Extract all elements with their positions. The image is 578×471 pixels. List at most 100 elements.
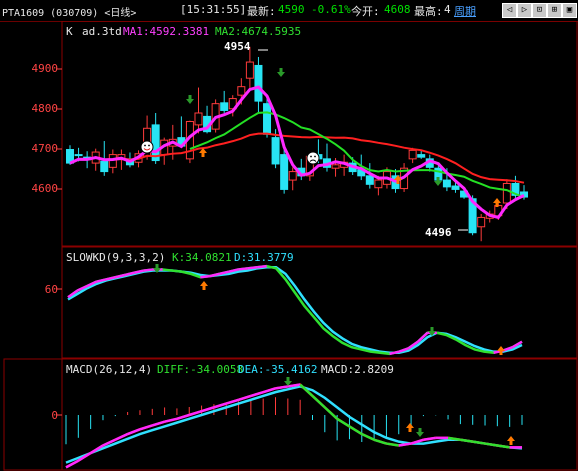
sad-smiley-icon — [306, 151, 320, 165]
zoom-out-icon[interactable]: ⊡ — [532, 3, 547, 18]
sad-smiley-icon-eye — [314, 155, 316, 158]
sell-arrow-icon — [284, 377, 292, 386]
kd-name: SLOWKD(9,3,3,2) — [66, 251, 166, 264]
status-bar: PTA1609 (030709) <日线> [15:31:55] 最新: 459… — [0, 0, 578, 22]
macd-rising-segment — [398, 442, 412, 447]
ma2-label: MA2:4674.5935 — [215, 25, 302, 38]
kd-k-line — [67, 264, 523, 356]
next-icon[interactable]: ▷ — [517, 3, 532, 18]
open-value: 4608 — [384, 3, 411, 16]
high-marker: 4954 — [224, 40, 251, 53]
macd-falling-segment — [497, 444, 510, 449]
panel-frames — [3, 21, 578, 471]
candlestick-series — [66, 46, 528, 242]
kd-k-label: K:34.0821 — [172, 251, 232, 264]
kd-d-label: D:31.3779 — [234, 251, 294, 264]
macd-falling-segment — [386, 442, 399, 447]
high-label: 最高: — [414, 5, 443, 18]
macd-rising-segment — [139, 424, 153, 431]
macd-name: MACD(26,12,4) — [66, 363, 153, 376]
macd-falling-segment — [460, 438, 473, 443]
adjust-label: ad.3td — [82, 25, 122, 38]
kd-rising-segment — [238, 267, 248, 271]
candle-up — [502, 182, 511, 204]
kd-rising-segment — [200, 274, 211, 279]
macd-lines — [65, 383, 523, 469]
kd-rising-segment — [257, 264, 267, 269]
macd-value-label: MACD:2.8209 — [321, 363, 394, 376]
sell-arrow-icon — [277, 68, 285, 77]
macd-falling-segment — [336, 417, 351, 428]
candle-down — [263, 103, 272, 135]
ma2-line — [189, 111, 525, 199]
zoom-in-icon[interactable]: ⊞ — [547, 3, 562, 18]
macd-rising-segment — [127, 428, 141, 436]
kd-y-tick-60: 60 — [44, 283, 58, 296]
y-tick-4600: 4600 — [31, 182, 59, 195]
latest-value: 4590 — [278, 3, 305, 16]
prev-icon[interactable]: ◁ — [502, 3, 517, 18]
y-tick-4900: 4900 — [31, 62, 59, 75]
candle-down — [451, 185, 460, 190]
candle-up — [237, 86, 246, 96]
candle-up — [331, 164, 340, 169]
candle-down — [254, 64, 263, 102]
macd-rising-segment — [275, 385, 289, 390]
happy-smiley-icon-eye — [148, 144, 150, 147]
macd-diff-label: DIFF:-34.0058 — [157, 363, 244, 376]
candle-down — [271, 137, 280, 165]
buy-arrow-icon — [507, 436, 515, 445]
latest-label: 最新: — [247, 5, 276, 18]
happy-smiley-icon-eye — [144, 144, 146, 147]
macd-falling-segment — [373, 438, 387, 445]
candle-up — [245, 61, 254, 79]
high-value: 4 — [444, 3, 451, 16]
happy-smiley-icon — [140, 140, 154, 154]
buy-arrow-icon — [406, 423, 414, 432]
low-marker: 4496 — [425, 226, 452, 239]
time-label: [15:31:55] — [180, 3, 247, 16]
candle-down — [365, 175, 374, 185]
candle-down — [442, 179, 451, 188]
kd-d-line — [67, 265, 523, 355]
macd-rising-segment — [164, 417, 178, 423]
y-tick-4700: 4700 — [31, 142, 59, 155]
candle-up — [477, 216, 486, 228]
macd-y-tick-0: 0 — [51, 409, 58, 422]
macd-rising-segment — [151, 420, 165, 427]
macd-falling-segment — [323, 406, 338, 420]
cycle-link[interactable]: 周期 — [454, 3, 476, 19]
ma1-label: MA1:4592.3381 — [123, 25, 210, 38]
candle-up — [374, 179, 383, 189]
candle-down — [74, 154, 83, 157]
buy-arrow-icon — [200, 281, 208, 290]
change-percent: -0.61% — [311, 3, 351, 16]
y-tick-4800: 4800 — [31, 102, 59, 115]
candle-down — [417, 154, 426, 158]
sell-arrow-icon — [416, 428, 424, 437]
moving-average-lines — [69, 49, 525, 231]
kd-rising-segment — [247, 265, 258, 270]
sell-arrow-icon — [186, 95, 194, 104]
sad-smiley-icon-eye — [310, 155, 312, 158]
macd-dea-label: DEA:-35.4162 — [238, 363, 318, 376]
macd-falling-segment — [361, 432, 375, 441]
kd-lines — [67, 264, 523, 356]
macd-rising-segment — [423, 436, 436, 441]
symbol-label: PTA1609 (030709) <日线> — [2, 8, 137, 19]
candle-down — [280, 154, 289, 190]
macd-falling-segment — [472, 440, 486, 445]
macd-diff-line — [65, 383, 522, 469]
buy-arrow-icon — [497, 346, 505, 355]
chart-area[interactable] — [0, 21, 578, 471]
macd-falling-segment — [348, 425, 363, 436]
macd-dea-line — [65, 385, 523, 464]
main-indicator-name: K — [66, 25, 73, 38]
candle-up — [288, 171, 297, 181]
candle-down — [220, 102, 229, 111]
candle-down — [100, 160, 109, 173]
candle-up — [408, 149, 417, 160]
macd-falling-segment — [484, 442, 498, 447]
fullscreen-icon[interactable]: ▣ — [562, 3, 577, 18]
kd-rising-segment — [143, 268, 154, 272]
